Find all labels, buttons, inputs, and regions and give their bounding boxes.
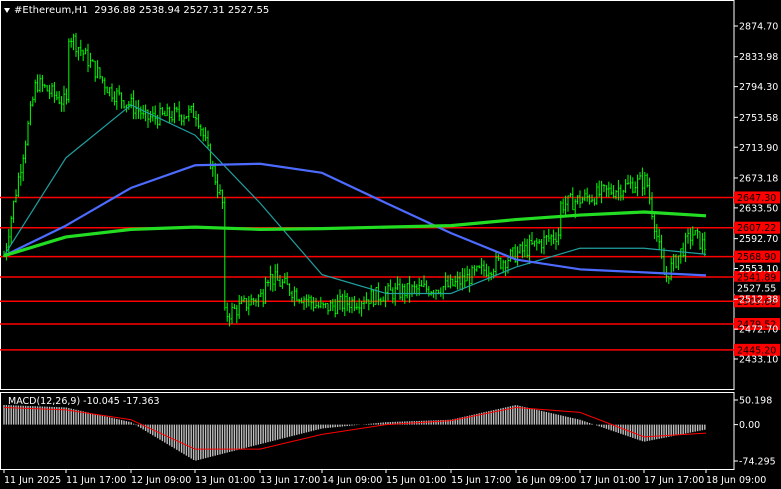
macd-tick-label: 50.198 bbox=[739, 396, 772, 407]
time-tick-label: 14 Jun 09:00 bbox=[322, 475, 382, 486]
price-tick-label: 2794.30 bbox=[739, 82, 778, 93]
time-tick-label: 13 Jun 17:00 bbox=[260, 475, 320, 486]
price-tick-label: 2472.70 bbox=[739, 325, 778, 336]
price-tick-label: 2874.70 bbox=[739, 22, 778, 33]
chart-header: #Ethereum,H1 2936.88 2538.94 2527.31 252… bbox=[4, 3, 269, 17]
moving-average-line bbox=[3, 104, 707, 295]
price-tick-label: 2673.18 bbox=[739, 173, 778, 184]
symbol-label: #Ethereum,H1 bbox=[14, 4, 89, 16]
current-price-label: 2527.55 bbox=[737, 283, 776, 294]
price-tick-label: 2833.98 bbox=[739, 52, 778, 63]
price-tick-label: 2512.38 bbox=[739, 295, 778, 306]
time-tick-label: 15 Jun 01:00 bbox=[386, 475, 446, 486]
price-tick-label: 2753.58 bbox=[739, 113, 778, 124]
macd-tick-label: -74.295 bbox=[739, 457, 776, 468]
moving-average-line bbox=[3, 162, 707, 277]
triangle-down-icon[interactable] bbox=[4, 7, 10, 13]
price-tick-label: 2553.10 bbox=[739, 264, 778, 275]
level-price-label: 2607.22 bbox=[737, 223, 776, 234]
macd-indicator-label: MACD(12,26,9) -10.045 -17.363 bbox=[8, 396, 160, 407]
time-tick-label: 11 Jun 2025 bbox=[4, 475, 61, 486]
time-tick-label: 16 Jun 09:00 bbox=[516, 475, 576, 486]
price-candles bbox=[3, 32, 706, 327]
price-tick-label: 2592.70 bbox=[739, 234, 778, 245]
chart-canvas[interactable]: 2647.302607.222568.902541.892509.662479.… bbox=[0, 0, 781, 489]
time-tick-label: 15 Jun 17:00 bbox=[451, 475, 511, 486]
level-price-label: 2568.90 bbox=[737, 252, 776, 263]
time-tick-label: 17 Jun 17:00 bbox=[644, 475, 704, 486]
time-tick-label: 18 Jun 09:00 bbox=[706, 475, 766, 486]
macd-tick-label: 0.00 bbox=[739, 420, 760, 431]
macd-signal-line bbox=[3, 406, 707, 450]
time-tick-label: 13 Jun 01:00 bbox=[195, 475, 255, 486]
time-tick-label: 17 Jun 01:00 bbox=[580, 475, 640, 486]
price-tick-label: 2713.90 bbox=[739, 143, 778, 154]
level-price-label: 2647.30 bbox=[737, 193, 776, 204]
price-tick-label: 2433.10 bbox=[739, 355, 778, 366]
time-tick-label: 12 Jun 09:00 bbox=[131, 475, 191, 486]
moving-averages bbox=[3, 104, 707, 295]
ohlc-readout: 2936.88 2538.94 2527.31 2527.55 bbox=[94, 4, 270, 16]
moving-average-line bbox=[3, 210, 707, 258]
time-tick-label: 11 Jun 17:00 bbox=[66, 475, 126, 486]
price-tick-label: 2633.50 bbox=[739, 203, 778, 214]
time-axis[interactable]: 11 Jun 2025 11 Jun 17:00 12 Jun 09:00 13 Ju… bbox=[3, 469, 766, 486]
